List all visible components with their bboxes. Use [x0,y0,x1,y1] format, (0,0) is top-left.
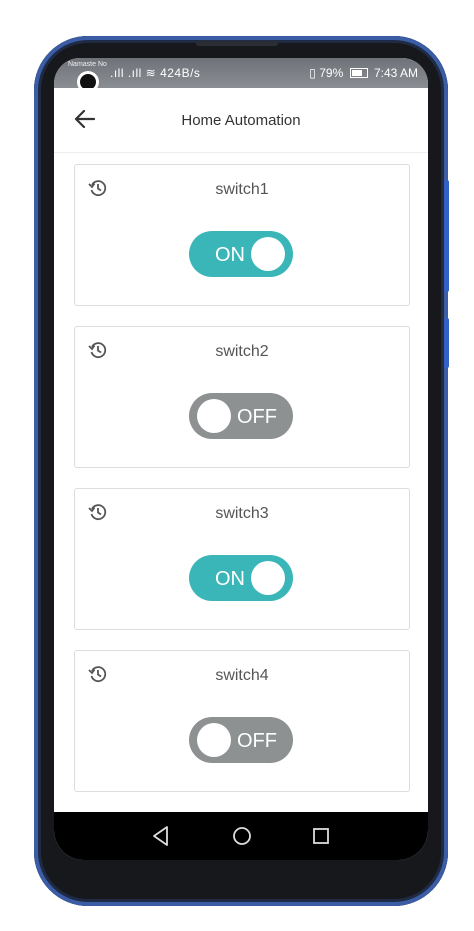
toggle-state: OFF [237,730,277,752]
toggle-knob [197,399,231,433]
power-button [444,318,449,368]
switch-name: switch2 [215,343,269,360]
switch-card-4: switch4 OFF [74,650,410,792]
toggle-state: OFF [237,406,277,428]
switch-name: switch3 [215,505,269,522]
switch-toggle[interactable]: ON [189,555,293,601]
vibrate-icon: ▯ [309,66,316,80]
volume-button [444,180,449,292]
clock: 7:43 AM [373,66,418,80]
toggle-state: ON [215,244,245,266]
toggle-knob [251,561,285,595]
app-bar: Home Automation [54,88,428,153]
recents-square-icon[interactable] [310,824,332,848]
status-right: ▯ 79% 7:43 AM [309,66,418,80]
battery-icon [349,68,368,78]
switch-toggle[interactable]: ON [189,231,293,277]
switch-card-1: switch1 ON [74,164,410,306]
toggle-state: ON [215,568,245,590]
switch-card-3: switch3 ON [74,488,410,630]
signal-icon: .ıll .ıll ≋ [110,66,161,80]
switch-toggle[interactable]: OFF [189,717,293,763]
net-speed: 424B/s [160,66,201,80]
network-indicators: .ıll .ıll ≋ 424B/s [110,66,200,80]
page-title: Home Automation [181,112,301,129]
switch-name: switch1 [215,181,269,198]
battery-percent: 79% [319,66,344,80]
switch-name: switch4 [215,667,269,684]
back-triangle-icon[interactable] [150,824,172,848]
switch-toggle[interactable]: OFF [189,393,293,439]
toggle-knob [251,237,285,271]
switch-card-2: switch2 OFF [74,326,410,468]
carrier-label: Namaste No [68,61,107,68]
status-bar: Namaste No .ıll .ıll ≋ 424B/s ▯ 79% 7:43… [54,58,428,90]
screen: Namaste No .ıll .ıll ≋ 424B/s ▯ 79% 7:43… [54,58,428,860]
toggle-knob [197,723,231,757]
home-circle-icon[interactable] [230,824,254,848]
earpiece-speaker [196,41,278,46]
system-nav-bar [54,812,428,860]
